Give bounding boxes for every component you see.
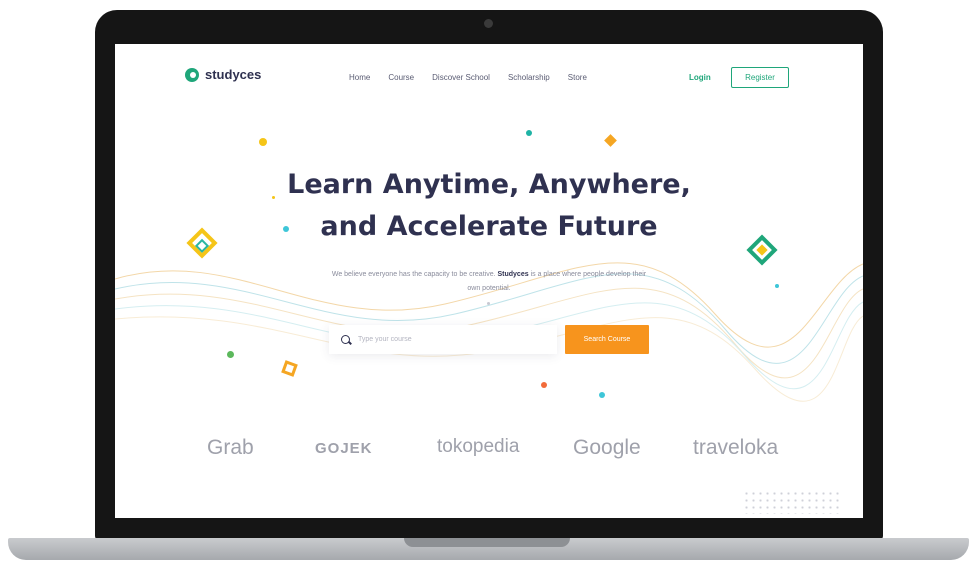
- partner-logo-google: Google: [573, 436, 641, 459]
- brand-logo[interactable]: studyces: [185, 67, 261, 82]
- hero-title-line-1: Learn Anytime, Anywhere,: [287, 169, 691, 200]
- partner-logo-grab: Grab: [207, 436, 254, 459]
- deco-dot-teal-small: [599, 392, 605, 398]
- laptop-frame: studyces Home Course Discover School Sch…: [95, 10, 883, 540]
- logo-icon: [185, 67, 199, 82]
- main-nav: Home Course Discover School Scholarship …: [349, 73, 587, 82]
- course-search-input[interactable]: [358, 336, 538, 343]
- search-course-button[interactable]: Search Course: [565, 325, 649, 354]
- nav-link-course[interactable]: Course: [388, 73, 414, 82]
- laptop-base-notch: [404, 538, 570, 547]
- partner-logo-tokopedia: tokopedia: [437, 436, 520, 457]
- login-link[interactable]: Login: [689, 73, 711, 82]
- dot-pattern: [743, 490, 843, 514]
- hero-subtitle: We believe everyone has the capacity to …: [329, 268, 649, 296]
- hero-title: Learn Anytime, Anywhere, and Accelerate …: [115, 164, 863, 248]
- nav-link-discover-school[interactable]: Discover School: [432, 73, 490, 82]
- logo-text: studyces: [205, 67, 262, 82]
- nav-link-scholarship[interactable]: Scholarship: [508, 73, 550, 82]
- deco-dot-small-cyan: [775, 284, 779, 288]
- deco-dot-yellow: [259, 138, 267, 146]
- webcam: [484, 19, 493, 28]
- partner-logo-traveloka: traveloka: [693, 436, 779, 459]
- nav-link-store[interactable]: Store: [568, 73, 587, 82]
- partner-logo-gojek: GOJEK: [315, 440, 373, 457]
- deco-dot-green: [227, 351, 234, 358]
- hero-title-line-2: and Accelerate Future: [320, 211, 658, 242]
- deco-dot-grey: [487, 302, 490, 305]
- hero-subtitle-brand: Studyces: [497, 271, 529, 278]
- hero-subtitle-prefix: We believe everyone has the capacity to …: [331, 271, 496, 278]
- search-icon: [341, 335, 350, 344]
- register-button[interactable]: Register: [731, 67, 789, 88]
- deco-dot-teal: [526, 130, 532, 136]
- website-screen: studyces Home Course Discover School Sch…: [115, 44, 863, 518]
- course-search-box: [329, 325, 557, 354]
- nav-link-home[interactable]: Home: [349, 73, 370, 82]
- deco-dot-orange: [541, 382, 547, 388]
